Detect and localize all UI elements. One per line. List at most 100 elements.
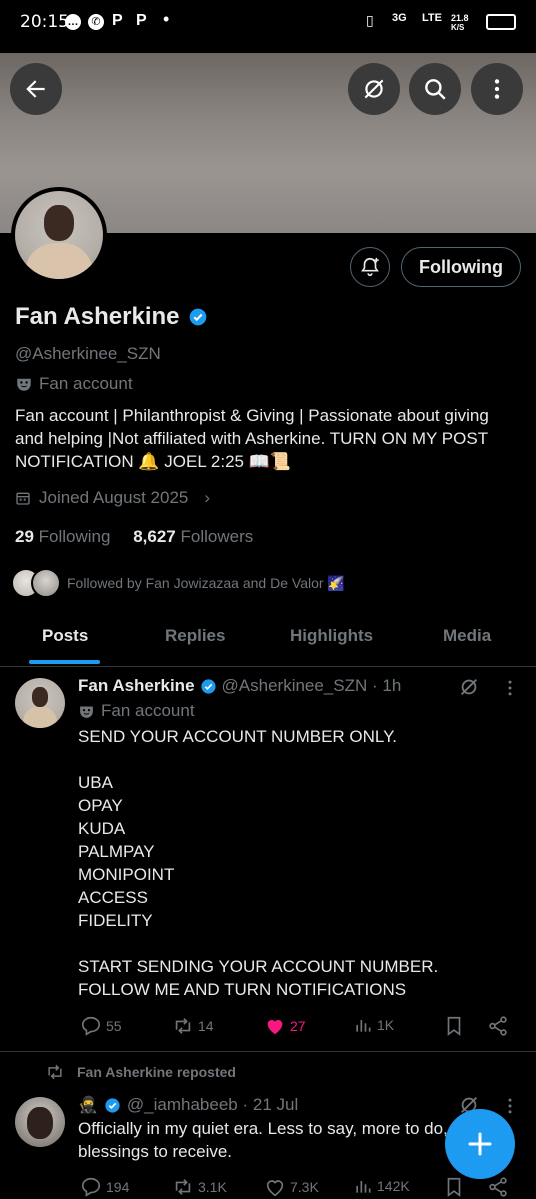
following-button[interactable]: Following <box>401 247 521 287</box>
lte-label: LTE <box>422 12 442 24</box>
following-count: 29 <box>15 527 34 546</box>
post-item[interactable]: Fan Asherkine @Asherkinee_SZN · 1h Fan a… <box>0 666 536 1050</box>
post-author-label: Fan account <box>78 701 195 721</box>
share-icon[interactable] <box>487 1015 509 1037</box>
app-notification-p1: P <box>112 12 123 29</box>
post-header: Fan Asherkine @Asherkinee_SZN · 1h <box>78 676 401 696</box>
whatsapp-icon: ✆ <box>88 14 104 30</box>
joined-date: Joined August 2025 <box>39 488 189 507</box>
profile-label-text: Fan account <box>39 374 133 393</box>
reply-count: 194 <box>106 1179 130 1195</box>
reply-button[interactable]: 194 <box>80 1176 129 1198</box>
status-bar: 20:15 … ✆ P P • ▯ 3G LTE 21.8 K/S <box>0 0 536 44</box>
share-icon[interactable] <box>487 1176 509 1198</box>
tab-posts[interactable]: Posts <box>42 626 88 646</box>
vibrate-icon: ▯ <box>366 12 374 28</box>
grok-icon <box>364 79 384 99</box>
search-button[interactable] <box>409 63 461 115</box>
repost-button[interactable]: 14 <box>172 1015 214 1037</box>
post-author-avatar[interactable] <box>15 678 65 728</box>
post-header: 🥷 @_iamhabeeb · 21 Jul <box>78 1095 298 1115</box>
arrow-left-icon <box>26 80 45 98</box>
post-more-icon[interactable] <box>500 1096 520 1116</box>
notifications-button[interactable] <box>350 247 390 287</box>
repost-indicator: Fan Asherkine reposted <box>45 1062 236 1082</box>
post-author-emoji[interactable]: 🥷 <box>78 1095 98 1115</box>
post-text: SEND YOUR ACCOUNT NUMBER ONLY. UBA OPAY … <box>78 727 439 999</box>
followers-link[interactable]: 8,627 Followers <box>133 527 253 546</box>
speed-value: 21.8 <box>451 13 469 23</box>
tab-replies[interactable]: Replies <box>165 626 225 646</box>
followed-by-text: Followed by Fan Jowizazaa and De Valor 🌠 <box>67 574 345 591</box>
post-author-avatar[interactable] <box>15 1097 65 1147</box>
joined-date-row[interactable]: Joined August 2025 › <box>15 488 210 508</box>
app-notification-p2: P <box>136 12 147 29</box>
post-text: Officially in my quiet era. Less to say,… <box>78 1119 448 1161</box>
bookmark-icon[interactable] <box>443 1015 465 1037</box>
grok-button[interactable] <box>348 63 400 115</box>
bookmark-icon[interactable] <box>443 1176 465 1198</box>
more-vertical-icon <box>494 79 500 99</box>
verified-badge-icon <box>200 678 216 694</box>
followed-by-row[interactable]: Followed by Fan Jowizazaa and De Valor 🌠 <box>11 567 345 599</box>
repost-icon <box>175 1179 191 1195</box>
reply-icon <box>81 1016 101 1036</box>
profile-bio: Fan account | Philanthropist & Giving | … <box>15 406 489 471</box>
reply-count: 55 <box>106 1018 122 1034</box>
chevron-right-icon: › <box>204 488 211 507</box>
bell-plus-icon <box>361 257 379 277</box>
more-notifications-dot: • <box>163 9 170 29</box>
chat-notification-icon: … <box>65 14 81 30</box>
mask-icon <box>17 378 31 391</box>
like-button[interactable]: 27 <box>264 1015 306 1037</box>
battery-icon <box>486 14 516 30</box>
plus-icon <box>468 1132 492 1156</box>
compose-post-button[interactable] <box>445 1109 515 1179</box>
follower-avatar-2 <box>31 568 61 598</box>
repost-label: Fan Asherkine reposted <box>77 1064 236 1080</box>
repost-count: 3.1K <box>198 1179 227 1195</box>
views-count: 142K <box>377 1178 410 1194</box>
profile-name: Fan Asherkine <box>15 303 180 330</box>
like-button[interactable]: 7.3K <box>264 1176 319 1198</box>
grok-icon[interactable] <box>458 676 480 698</box>
repost-count: 14 <box>198 1018 214 1034</box>
post-author-name[interactable]: Fan Asherkine <box>78 676 195 696</box>
following-link[interactable]: 29 Following <box>15 527 110 546</box>
followers-label: Followers <box>180 527 254 546</box>
post-author-label-text: Fan account <box>101 701 195 720</box>
active-tab-indicator <box>29 660 100 664</box>
heart-filled-icon <box>267 1020 283 1035</box>
reply-icon <box>81 1177 101 1197</box>
repost-icon <box>175 1018 191 1034</box>
post-handle-time: @_iamhabeeb · 21 Jul <box>126 1095 299 1114</box>
calendar-icon <box>16 492 30 505</box>
status-time: 20:15 <box>20 12 69 32</box>
repost-button[interactable]: 3.1K <box>172 1176 227 1198</box>
heart-icon <box>266 1180 284 1197</box>
search-icon <box>425 79 446 100</box>
post-handle-time: @Asherkinee_SZN · 1h <box>221 676 402 695</box>
repost-icon <box>48 1064 62 1080</box>
profile-name-row: Fan Asherkine <box>15 303 208 331</box>
views-icon <box>356 1181 371 1193</box>
follow-stats: 29 Following 8,627 Followers <box>15 527 253 547</box>
post-more-icon[interactable] <box>500 678 520 698</box>
followers-count: 8,627 <box>133 527 176 546</box>
verified-badge-icon <box>189 308 206 326</box>
reply-button[interactable]: 55 <box>80 1015 122 1037</box>
speed-unit: K/S <box>451 23 465 32</box>
profile-handle: @Asherkinee_SZN <box>15 344 161 363</box>
more-button[interactable] <box>471 63 523 115</box>
network-type: 3G <box>392 12 407 24</box>
views-button[interactable]: 1K <box>353 1015 394 1035</box>
back-button[interactable] <box>10 63 62 115</box>
views-icon <box>356 1020 371 1032</box>
views-count: 1K <box>377 1017 395 1033</box>
verified-badge-icon <box>105 1097 120 1113</box>
tab-media[interactable]: Media <box>443 626 491 646</box>
views-button[interactable]: 142K <box>353 1176 410 1196</box>
mask-icon <box>80 706 93 718</box>
profile-avatar[interactable] <box>11 187 107 283</box>
tab-highlights[interactable]: Highlights <box>290 626 373 646</box>
